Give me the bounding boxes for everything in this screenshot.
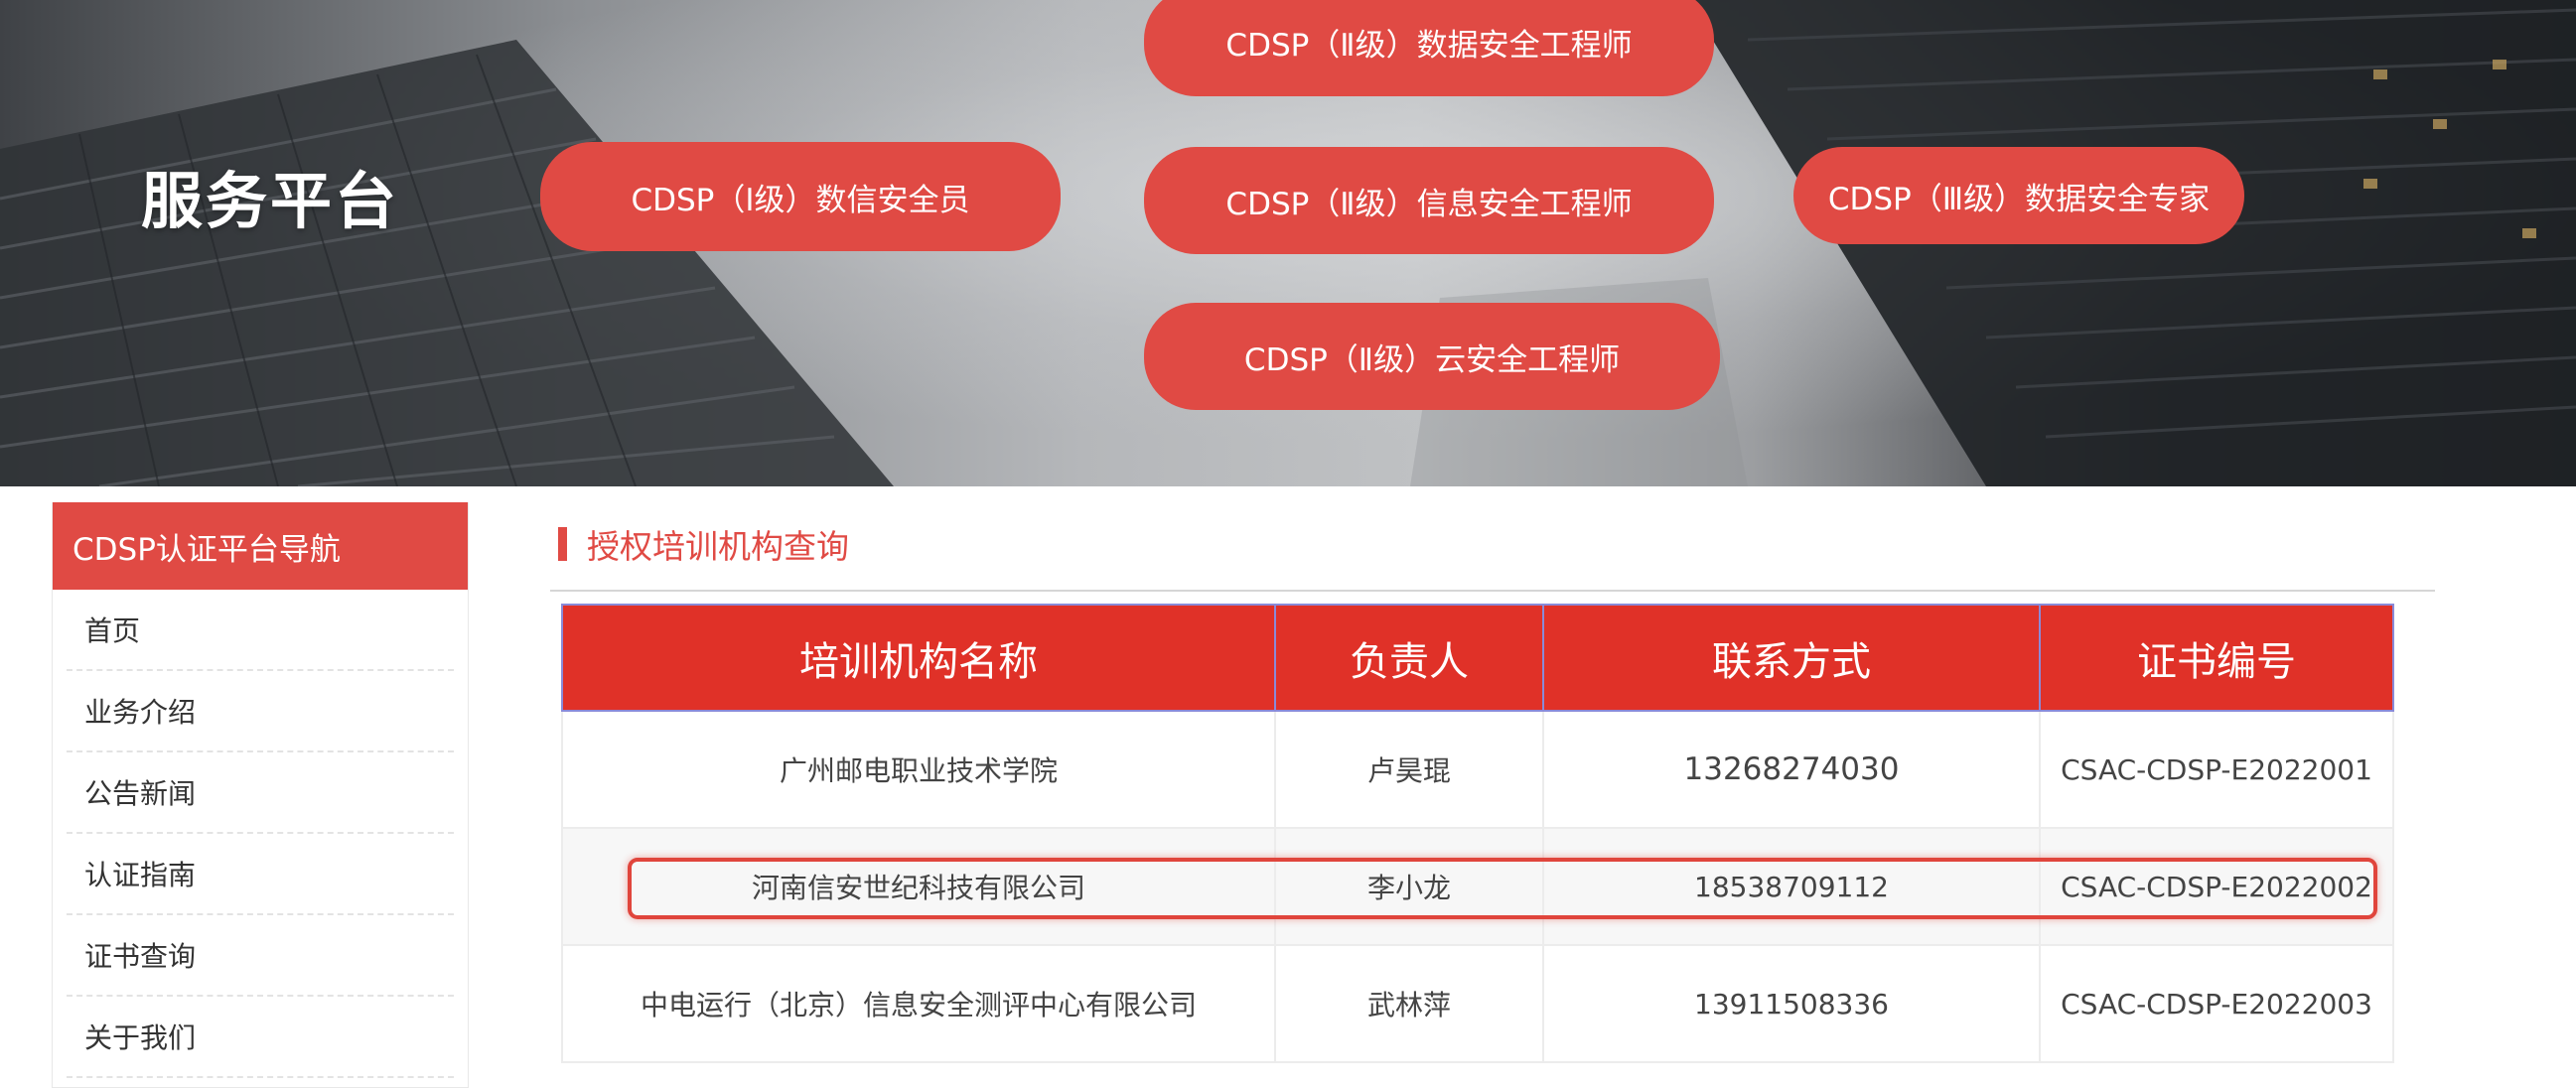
page-title: 授权培训机构查询 xyxy=(587,527,849,566)
divider xyxy=(550,590,2435,592)
cdsp-level2-data-security-button[interactable]: CDSP（Ⅱ级）数据安全工程师 xyxy=(1144,0,1714,96)
column-header-name: 培训机构名称 xyxy=(561,604,1276,712)
table-header-row: 培训机构名称 负责人 联系方式 证书编号 xyxy=(561,604,2394,712)
hero-banner: 服务平台 CDSP（Ⅰ级）数信安全员 CDSP（Ⅱ级）数据安全工程师 CDSP（… xyxy=(0,0,2576,486)
cell-phone: 13911508336 xyxy=(1542,944,2041,1063)
section-accent-bar xyxy=(558,527,567,561)
cell-cert-number: CSAC-CDSP-E2022001 xyxy=(2039,710,2394,829)
cell-person: 武林萍 xyxy=(1274,944,1544,1063)
cell-phone: 13268274030 xyxy=(1542,710,2041,829)
cdsp-level3-button[interactable]: CDSP（Ⅲ级）数据安全专家 xyxy=(1793,147,2244,244)
cdsp-level1-button[interactable]: CDSP（Ⅰ级）数信安全员 xyxy=(540,142,1061,251)
banner-title: 服务平台 xyxy=(141,165,400,237)
section-heading: 授权培训机构查询 xyxy=(558,522,849,566)
cdsp-level2-info-security-button[interactable]: CDSP（Ⅱ级）信息安全工程师 xyxy=(1144,147,1714,254)
sidebar-item-cert-query[interactable]: 证书查询 xyxy=(67,915,454,997)
cell-institution-name: 中电运行（北京）信息安全测评中心有限公司 xyxy=(561,944,1276,1063)
table-row: 中电运行（北京）信息安全测评中心有限公司 武林萍 13911508336 CSA… xyxy=(561,944,2394,1063)
cell-person: 李小龙 xyxy=(1274,827,1544,946)
cell-cert-number: CSAC-CDSP-E2022003 xyxy=(2039,944,2394,1063)
sidebar-item-news[interactable]: 公告新闻 xyxy=(67,752,454,834)
sidebar-item-business[interactable]: 业务介绍 xyxy=(67,671,454,752)
cdsp-level2-cloud-security-button[interactable]: CDSP（Ⅱ级）云安全工程师 xyxy=(1144,303,1720,410)
cell-phone: 18538709112 xyxy=(1542,827,2041,946)
sidebar-nav: CDSP认证平台导航 首页 业务介绍 公告新闻 认证指南 证书查询 关于我们 xyxy=(52,502,469,1088)
training-institutions-table: 培训机构名称 负责人 联系方式 证书编号 广州邮电职业技术学院 卢昊琨 1326… xyxy=(561,604,2394,1063)
column-header-cert: 证书编号 xyxy=(2039,604,2394,712)
cell-cert-number: CSAC-CDSP-E2022002 xyxy=(2039,827,2394,946)
column-header-person: 负责人 xyxy=(1274,604,1544,712)
sidebar-item-about[interactable]: 关于我们 xyxy=(67,997,454,1078)
cell-institution-name: 河南信安世纪科技有限公司 xyxy=(561,827,1276,946)
sidebar-item-home[interactable]: 首页 xyxy=(67,590,454,671)
table-row: 广州邮电职业技术学院 卢昊琨 13268274030 CSAC-CDSP-E20… xyxy=(561,710,2394,829)
column-header-contact: 联系方式 xyxy=(1542,604,2041,712)
table-row: 河南信安世纪科技有限公司 李小龙 18538709112 CSAC-CDSP-E… xyxy=(561,827,2394,946)
cell-institution-name: 广州邮电职业技术学院 xyxy=(561,710,1276,829)
sidebar-title: CDSP认证平台导航 xyxy=(53,502,468,590)
cell-person: 卢昊琨 xyxy=(1274,710,1544,829)
sidebar-item-guide[interactable]: 认证指南 xyxy=(67,834,454,915)
